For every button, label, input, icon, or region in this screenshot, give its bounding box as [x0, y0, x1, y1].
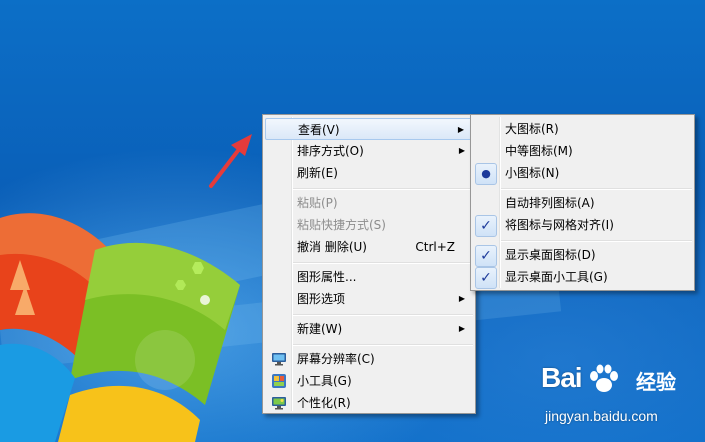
menu-item-label: 显示桌面图标(D) — [505, 248, 596, 262]
menu-item-sort-by[interactable]: 排序方式(O) ▶ — [265, 140, 473, 162]
menu-item-large-icons[interactable]: 大图标(R) — [473, 118, 692, 140]
menu-item-paste-shortcut[interactable]: 粘贴快捷方式(S) — [265, 214, 473, 236]
checkmark-icon: ✓ — [475, 267, 497, 289]
menu-item-shortcut: Ctrl+Z — [415, 240, 455, 254]
submenu-arrow-icon: ▶ — [457, 125, 464, 134]
menu-item-label: 查看(V) — [298, 123, 340, 137]
submenu-arrow-icon: ▶ — [458, 294, 465, 303]
menu-item-refresh[interactable]: 刷新(E) — [265, 162, 473, 184]
watermark-jingyan-text: 经验 — [636, 370, 676, 394]
menu-item-label: 粘贴快捷方式(S) — [297, 218, 386, 232]
menu-item-label: 刷新(E) — [297, 166, 338, 180]
gadgets-icon — [272, 374, 286, 388]
menu-item-medium-icons[interactable]: 中等图标(M) — [473, 140, 692, 162]
menu-item-label: 图形选项 — [297, 292, 346, 306]
menu-separator — [293, 344, 473, 346]
baidu-paw-icon — [590, 364, 618, 392]
personalize-icon — [272, 397, 286, 410]
desktop-context-menu: 查看(V) ▶ 排序方式(O) ▶ 刷新(E) 粘贴(P) 粘贴快捷方式(S) … — [262, 114, 476, 414]
menu-separator — [501, 240, 692, 242]
menu-item-screen-resolution[interactable]: 屏幕分辨率(C) — [265, 348, 473, 370]
menu-item-label: 撤消 删除(U) — [297, 240, 367, 254]
menu-separator — [293, 262, 473, 264]
menu-item-label: 屏幕分辨率(C) — [297, 352, 375, 366]
radio-selected-icon: ● — [475, 163, 497, 185]
menu-item-paste[interactable]: 粘贴(P) — [265, 192, 473, 214]
menu-separator — [293, 314, 473, 316]
display-icon — [272, 353, 286, 366]
menu-item-label: 自动排列图标(A) — [505, 196, 595, 210]
baidu-jingyan-watermark: Bai 经验 jingyan.baidu.com — [541, 362, 691, 432]
menu-item-new[interactable]: 新建(W) ▶ — [265, 318, 473, 340]
menu-item-label: 新建(W) — [297, 322, 343, 336]
menu-separator — [501, 188, 692, 190]
menu-item-align-to-grid[interactable]: ✓ 将图标与网格对齐(I) — [473, 214, 692, 237]
menu-item-gadgets[interactable]: 小工具(G) — [265, 370, 473, 392]
menu-item-view[interactable]: 查看(V) ▶ — [265, 118, 473, 140]
menu-item-show-desktop-gadgets[interactable]: ✓ 显示桌面小工具(G) — [473, 266, 692, 289]
menu-item-graphics-options[interactable]: 图形选项 ▶ — [265, 288, 473, 310]
menu-item-label: 将图标与网格对齐(I) — [505, 218, 614, 232]
menu-item-label: 大图标(R) — [505, 122, 559, 136]
menu-item-graphics-properties[interactable]: 图形属性... — [265, 266, 473, 288]
view-submenu: 大图标(R) 中等图标(M) ● 小图标(N) 自动排列图标(A) ✓ 将图标与… — [470, 114, 695, 291]
menu-item-label: 小工具(G) — [297, 374, 352, 388]
submenu-arrow-icon: ▶ — [458, 146, 465, 155]
menu-separator — [293, 188, 473, 190]
menu-item-label: 个性化(R) — [297, 396, 351, 410]
menu-item-label: 图形属性... — [297, 270, 357, 284]
watermark-logo-text: Bai — [541, 362, 583, 393]
menu-item-label: 粘贴(P) — [297, 196, 338, 210]
watermark-url: jingyan.baidu.com — [545, 408, 658, 424]
menu-item-small-icons[interactable]: ● 小图标(N) — [473, 162, 692, 185]
menu-item-undo-delete[interactable]: 撤消 删除(U) Ctrl+Z — [265, 236, 473, 258]
checkmark-icon: ✓ — [475, 245, 497, 267]
checkmark-icon: ✓ — [475, 215, 497, 237]
menu-item-label: 小图标(N) — [505, 166, 560, 180]
menu-item-personalize[interactable]: 个性化(R) — [265, 392, 473, 414]
submenu-arrow-icon: ▶ — [458, 324, 465, 333]
menu-item-label: 显示桌面小工具(G) — [505, 270, 608, 284]
menu-item-auto-arrange[interactable]: 自动排列图标(A) — [473, 192, 692, 214]
menu-item-label: 中等图标(M) — [505, 144, 573, 158]
menu-item-show-desktop-icons[interactable]: ✓ 显示桌面图标(D) — [473, 244, 692, 267]
menu-item-label: 排序方式(O) — [297, 144, 364, 158]
